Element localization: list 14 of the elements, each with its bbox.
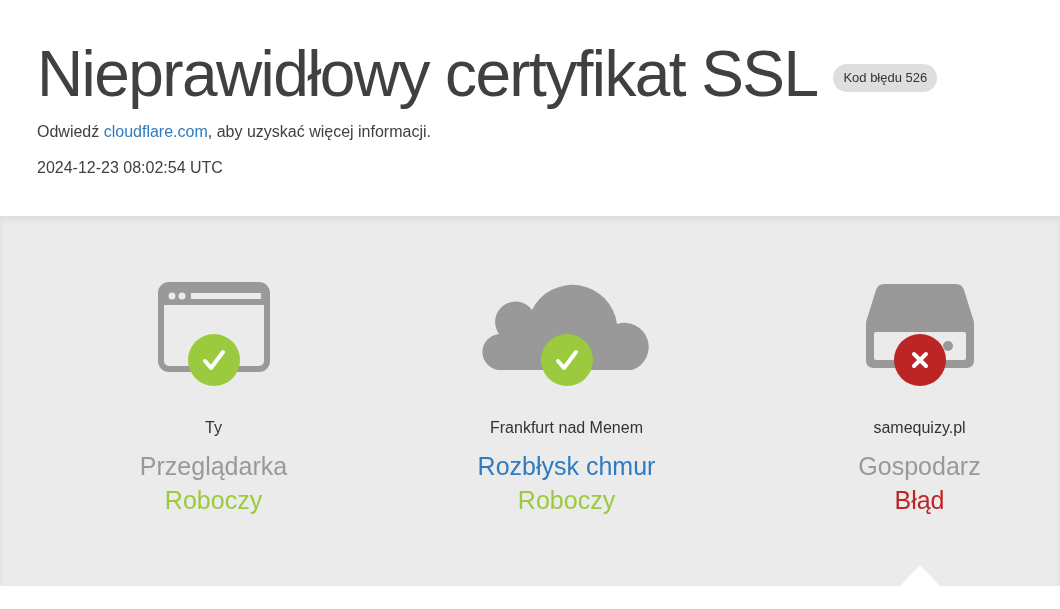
error-code-badge: Kod błędu 526: [833, 64, 938, 92]
status-text: Roboczy: [517, 485, 616, 516]
role-label: Przeglądarka: [139, 451, 288, 482]
role-label: Gospodarz: [858, 451, 981, 482]
location-name: samequizy.pl: [873, 418, 966, 438]
page-title: Nieprawidłowy certyfikat SSL: [37, 37, 818, 112]
location-name: Frankfurt nad Menem: [490, 418, 643, 438]
status-text: Roboczy: [164, 485, 263, 516]
info-text: Odwiedź cloudflare.com, aby uzyskać więcej informacji.: [37, 122, 432, 142]
status-text: Błąd: [894, 485, 945, 516]
cloudflare-link[interactable]: cloudflare.com: [103, 123, 208, 140]
location-name: Ty: [205, 418, 222, 438]
timestamp: 2024-12-23 08:02:54 UTC: [37, 158, 224, 178]
role-link[interactable]: Rozbłysk chmur: [477, 450, 656, 482]
